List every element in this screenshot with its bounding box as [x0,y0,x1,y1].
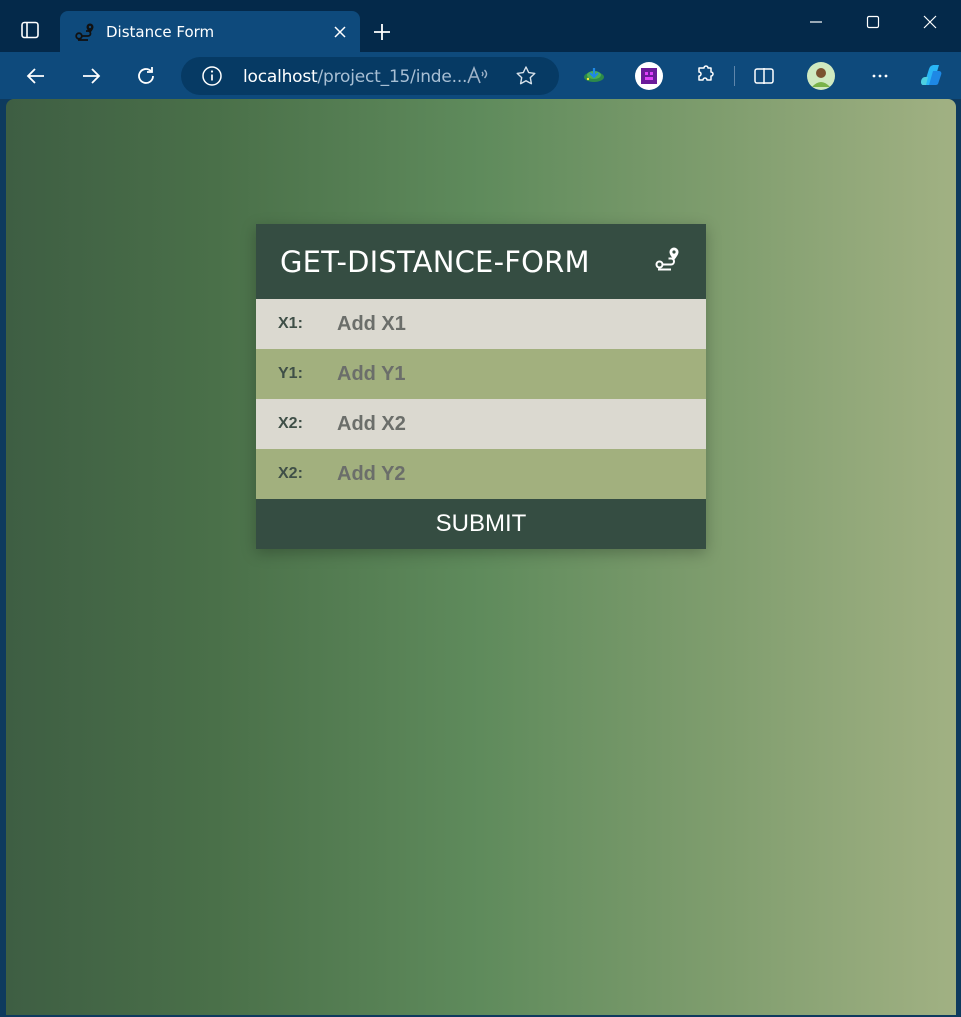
tab-title: Distance Form [106,22,215,41]
url-path: /project_15/inde... [317,67,468,87]
form-header: GET-DISTANCE-FORM [256,224,706,299]
back-arrow-icon[interactable] [20,60,52,92]
form-title: GET-DISTANCE-FORM [280,244,590,279]
address-bar[interactable]: localhost/project_15/inde... [181,57,559,95]
site-info-icon[interactable] [201,65,223,92]
url-host: localhost [243,67,318,87]
x1-input[interactable] [337,312,677,336]
route-icon [654,246,682,277]
read-aloud-icon[interactable] [466,65,490,92]
extension-purple-icon[interactable] [633,60,665,92]
y2-input[interactable] [337,462,677,486]
page-viewport: GET-DISTANCE-FORM X1: Y1: X2: [6,99,956,1015]
download-manager-icon[interactable] [578,60,610,92]
y2-label: X2: [278,465,303,482]
distance-form: GET-DISTANCE-FORM X1: Y1: X2: [256,224,706,549]
x1-label: X1: [278,315,303,332]
minimize-icon[interactable] [802,8,830,36]
close-tab-icon[interactable] [328,20,352,44]
more-options-icon[interactable] [864,60,896,92]
extensions-icon[interactable] [688,60,720,92]
y1-input[interactable] [337,362,677,386]
profile-avatar[interactable] [805,60,837,92]
maximize-icon[interactable] [859,8,887,36]
favorite-star-icon[interactable] [515,65,537,92]
forward-arrow-icon[interactable] [75,60,107,92]
submit-button[interactable]: SUBMIT [256,499,706,549]
y2-row: X2: [256,449,706,499]
y1-row: Y1: [256,349,706,399]
tab-actions-icon [21,21,39,39]
x1-row: X1: [256,299,706,349]
y1-label: Y1: [278,365,303,382]
new-tab-icon[interactable] [368,18,396,46]
route-icon [74,21,96,43]
x2-input[interactable] [337,412,677,436]
close-window-icon[interactable] [916,8,944,36]
split-screen-icon[interactable] [748,60,780,92]
refresh-icon[interactable] [130,60,162,92]
browser-tab[interactable]: Distance Form [60,11,360,52]
browser-toolbar: localhost/project_15/inde... [0,52,961,99]
tab-actions-button[interactable] [10,12,50,48]
x2-row: X2: [256,399,706,449]
url-text: localhost/project_15/inde... [243,67,467,87]
browser-titlebar: Distance Form [0,0,961,52]
toolbar-divider [734,66,735,86]
x2-label: X2: [278,415,303,432]
copilot-icon[interactable] [915,60,947,92]
